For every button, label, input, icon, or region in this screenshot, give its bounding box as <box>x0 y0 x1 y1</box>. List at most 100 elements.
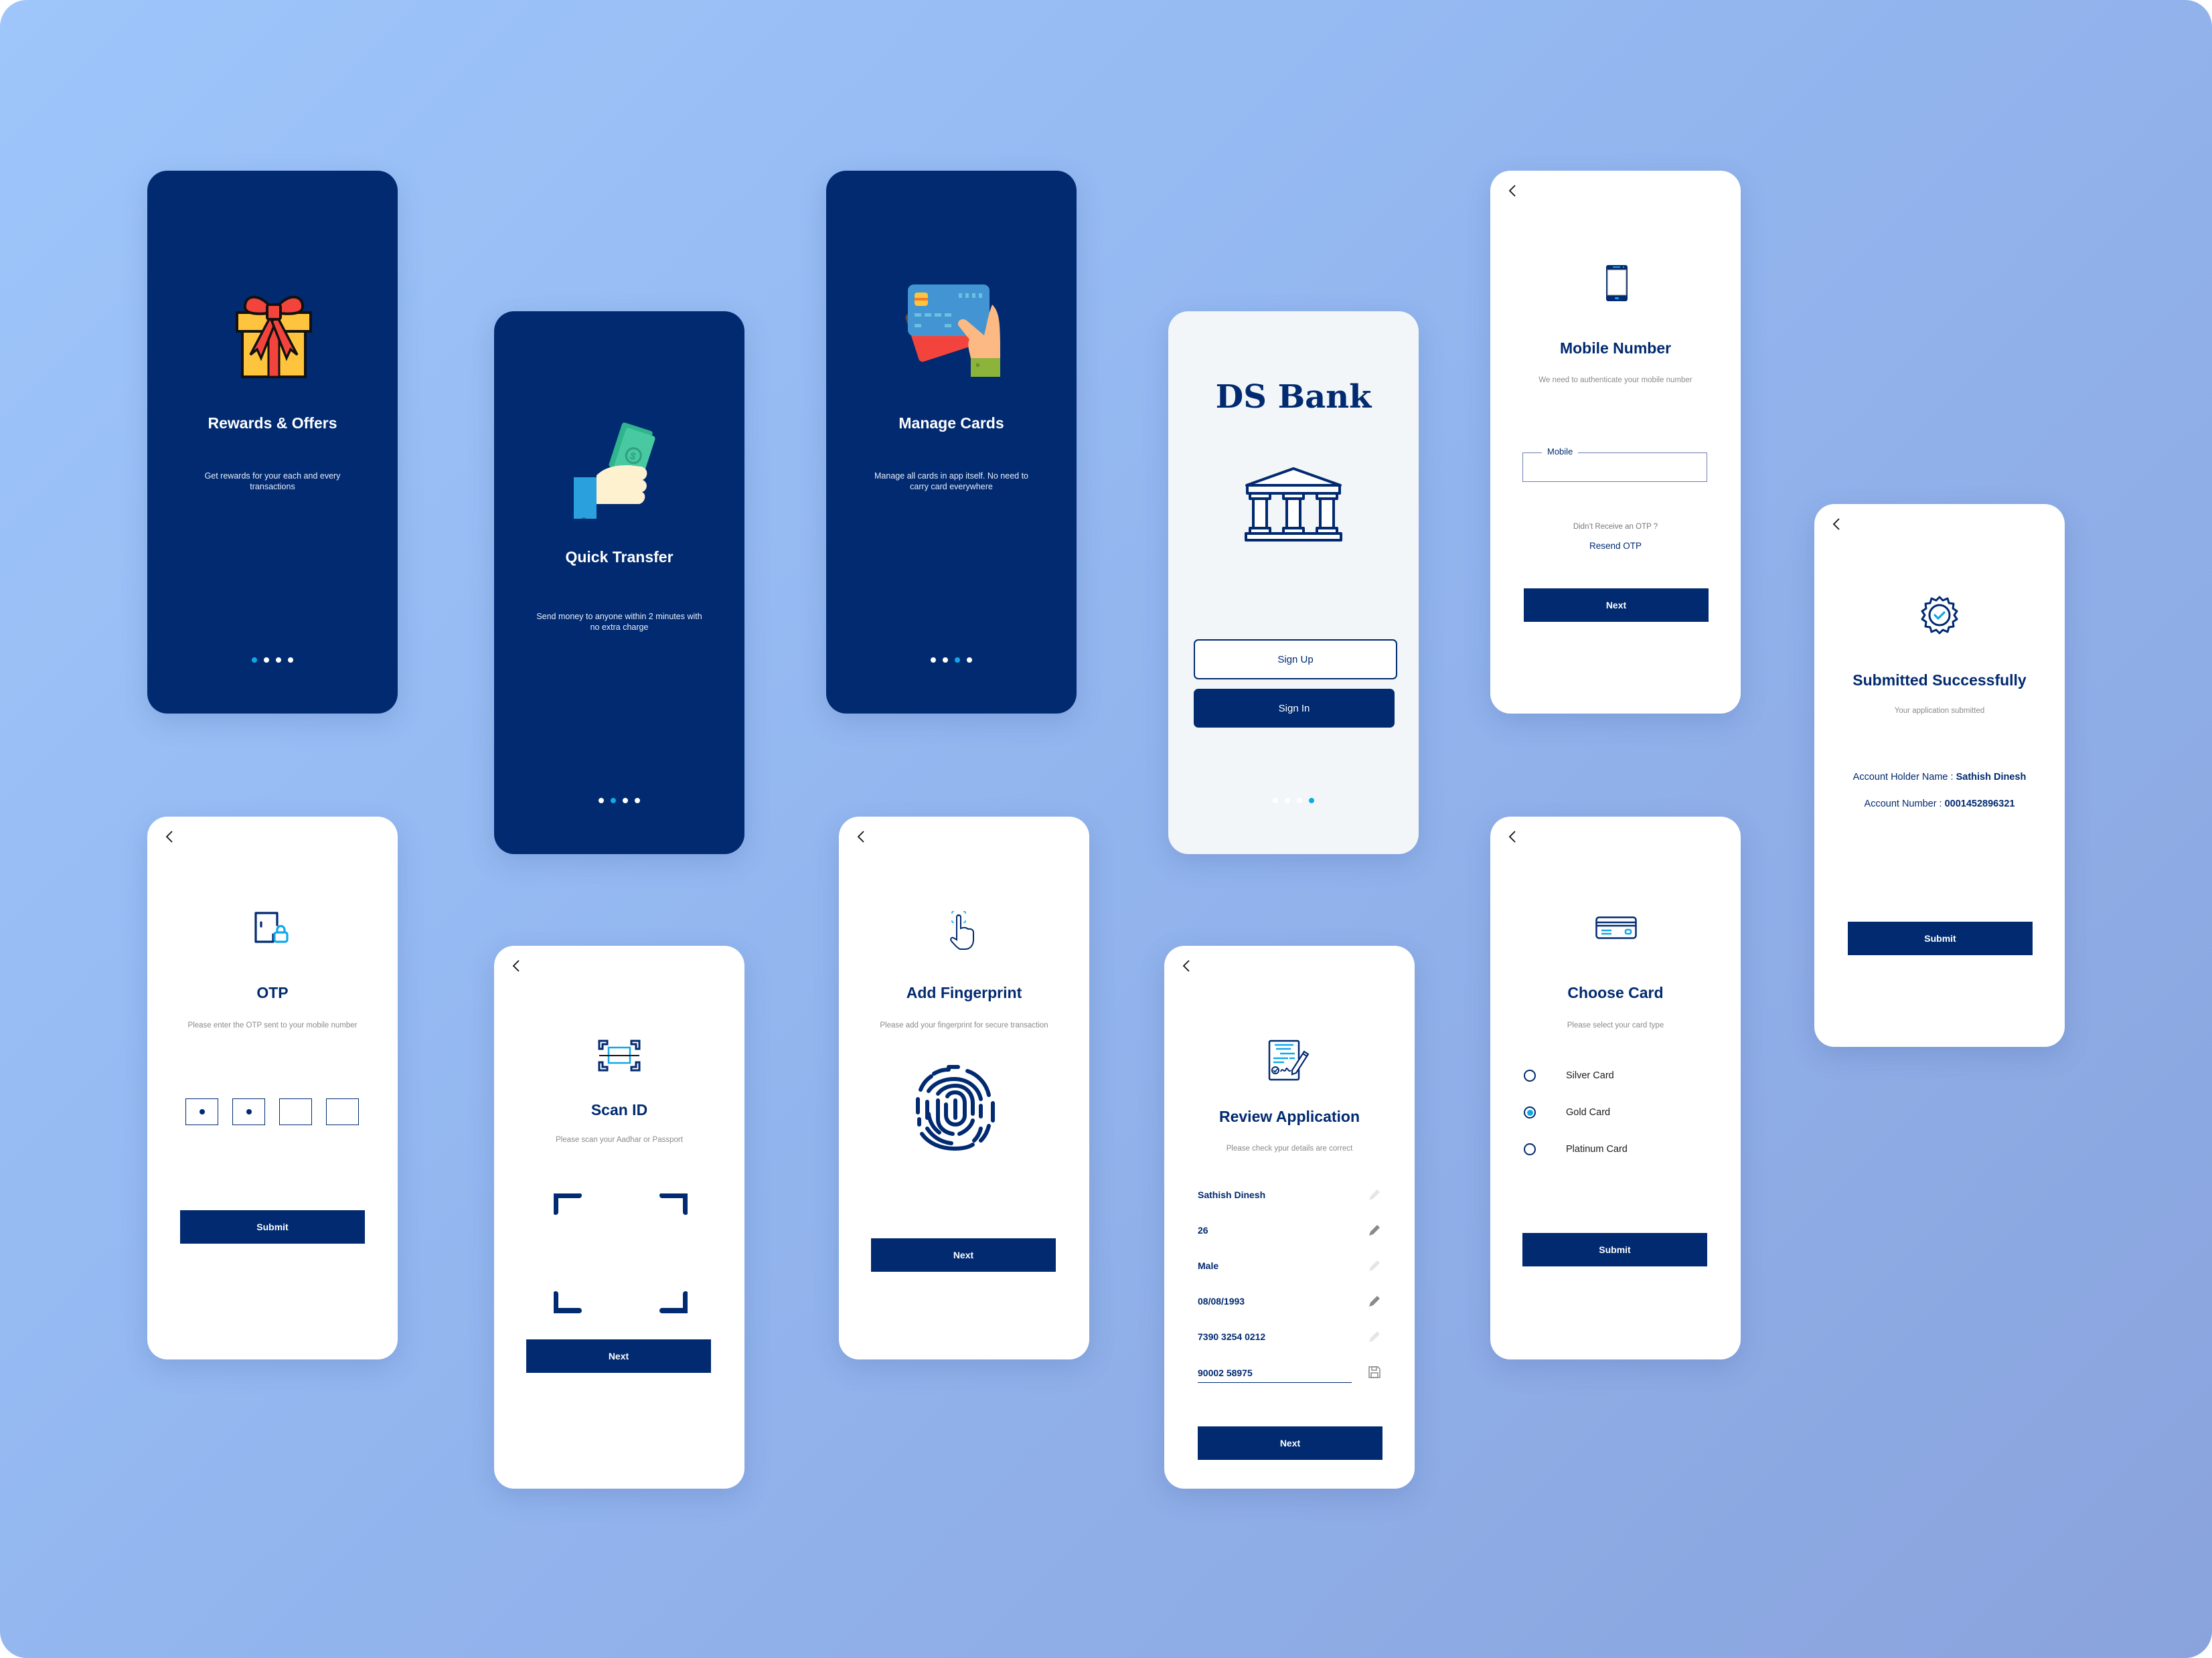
page-dot[interactable] <box>955 657 960 663</box>
back-arrow-icon[interactable] <box>1179 958 1195 974</box>
otp-digit-input[interactable] <box>279 1098 312 1125</box>
review-row: 7390 3254 0212 <box>1198 1327 1381 1347</box>
account-number-value: 0001452896321 <box>1944 799 2015 809</box>
page-dot[interactable] <box>1285 798 1290 803</box>
radio-button[interactable] <box>1524 1143 1536 1155</box>
save-icon[interactable] <box>1368 1365 1381 1379</box>
otp-digit-input[interactable] <box>326 1098 359 1125</box>
card-option[interactable]: Gold Card <box>1524 1106 1610 1118</box>
page-title: Scan ID <box>590 1101 648 1118</box>
card-option[interactable]: Silver Card <box>1524 1070 1614 1082</box>
review-value: 08/08/1993 <box>1198 1296 1245 1307</box>
page-dot[interactable] <box>264 657 269 663</box>
page-indicator <box>494 798 744 803</box>
review-edit-input[interactable]: 90002 58975 <box>1198 1367 1352 1383</box>
otp-digit-input[interactable] <box>232 1098 265 1125</box>
back-arrow-icon[interactable] <box>509 958 525 974</box>
page-dot[interactable] <box>599 798 604 803</box>
radio-button[interactable] <box>1524 1070 1536 1082</box>
back-arrow-icon[interactable] <box>1829 516 1845 532</box>
page-title: Review Application <box>1218 1108 1360 1125</box>
next-button[interactable]: Next <box>1524 588 1709 622</box>
radio-button-selected[interactable] <box>1524 1106 1536 1118</box>
page-dot[interactable] <box>288 657 293 663</box>
page-title: Add Fingerprint <box>906 984 1022 1001</box>
onboarding-description: Send money to anyone within 2 minutes wi… <box>536 612 702 632</box>
review-value: Sathish Dinesh <box>1198 1189 1266 1200</box>
account-holder-label: Account Holder Name : <box>1852 772 1956 782</box>
back-arrow-icon[interactable] <box>162 829 178 845</box>
page-subtitle: Please check ypur details are correct <box>1226 1145 1353 1153</box>
page-dot[interactable] <box>967 657 972 663</box>
otp-prompt: Didn’t Receive an OTP ? <box>1573 523 1658 531</box>
page-dot[interactable] <box>276 657 281 663</box>
screen-mobile-number: Mobile Number We need to authenticate yo… <box>1490 171 1741 714</box>
page-title: Choose Card <box>1567 984 1664 1001</box>
pencil-icon[interactable] <box>1368 1330 1381 1343</box>
verified-badge-icon <box>1921 596 1958 635</box>
review-row: Male <box>1198 1256 1381 1276</box>
scan-frame <box>554 1193 688 1313</box>
finger-touch-icon <box>950 911 974 950</box>
review-value: Male <box>1198 1260 1219 1271</box>
screen-quick-transfer: $ Quick Transfer Send money to anyone wi… <box>494 311 744 854</box>
page-dot[interactable] <box>611 798 616 803</box>
mobile-phone-icon <box>1606 265 1628 301</box>
page-dot[interactable] <box>943 657 948 663</box>
phone-lock-icon <box>254 912 289 943</box>
gift-box-illustration <box>236 295 312 378</box>
review-row-editing: 90002 58975 <box>1198 1362 1381 1383</box>
page-subtitle: Please select your card type <box>1567 1021 1664 1029</box>
otp-filled-dot <box>246 1109 252 1114</box>
onboarding-title: Quick Transfer <box>565 548 674 566</box>
screen-choose-card: Choose Card Please select your card type… <box>1490 817 1741 1359</box>
page-dot[interactable] <box>1309 798 1314 803</box>
fingerprint-icon[interactable] <box>914 1064 997 1151</box>
otp-digit-input[interactable] <box>185 1098 218 1125</box>
page-dot[interactable] <box>1273 798 1278 803</box>
next-button[interactable]: Next <box>526 1339 711 1373</box>
screen-submitted: Submitted Successfully Your application … <box>1814 504 2065 1047</box>
submit-button[interactable]: Submit <box>1848 922 2033 955</box>
pencil-icon[interactable] <box>1368 1259 1381 1272</box>
page-dot[interactable] <box>623 798 628 803</box>
submit-button[interactable]: Submit <box>180 1210 365 1244</box>
page-subtitle: We need to authenticate your mobile numb… <box>1538 376 1692 384</box>
pencil-icon[interactable] <box>1368 1295 1381 1308</box>
back-arrow-icon[interactable] <box>1505 829 1521 845</box>
credit-card-icon <box>1595 916 1637 939</box>
page-title: OTP <box>256 984 289 1001</box>
resend-otp-link[interactable]: Resend OTP <box>1490 541 1741 551</box>
pencil-icon[interactable] <box>1368 1188 1381 1201</box>
page-dot[interactable] <box>931 657 936 663</box>
next-button[interactable]: Next <box>1198 1426 1382 1460</box>
scan-document-icon <box>598 1040 641 1072</box>
review-value: 7390 3254 0212 <box>1198 1331 1266 1342</box>
sign-up-button[interactable]: Sign Up <box>1194 639 1397 679</box>
account-holder-value: Sathish Dinesh <box>1956 772 2027 782</box>
account-holder-line: Account Holder Name : Sathish Dinesh <box>1814 772 2065 782</box>
page-dot[interactable] <box>1297 798 1302 803</box>
page-subtitle: Please scan your Aadhar or Passport <box>556 1136 683 1144</box>
page-dot[interactable] <box>635 798 640 803</box>
review-row: Sathish Dinesh <box>1198 1185 1381 1205</box>
page-dot[interactable] <box>252 657 257 663</box>
screen-otp: OTP Please enter the OTP sent to your mo… <box>147 817 398 1359</box>
back-arrow-icon[interactable] <box>1505 183 1521 199</box>
brand-logo: DS Bank <box>1215 378 1372 416</box>
back-arrow-icon[interactable] <box>854 829 870 845</box>
onboarding-description: Get rewards for your each and every tran… <box>204 471 341 491</box>
screen-review-application: Review Application Please check ypur det… <box>1164 946 1415 1489</box>
card-option[interactable]: Platinum Card <box>1524 1143 1628 1155</box>
next-button[interactable]: Next <box>871 1238 1056 1272</box>
card-option-label: Gold Card <box>1566 1107 1611 1118</box>
mobile-input[interactable]: Mobile <box>1522 446 1707 482</box>
submit-button[interactable]: Submit <box>1522 1233 1707 1266</box>
page-indicator <box>826 657 1077 663</box>
page-subtitle: Your application submitted <box>1894 707 1985 715</box>
sign-in-button[interactable]: Sign In <box>1194 689 1395 728</box>
review-row: 26 <box>1198 1220 1381 1240</box>
account-number-label: Account Number : <box>1864 799 1945 809</box>
pencil-icon[interactable] <box>1368 1224 1381 1237</box>
otp-filled-dot <box>199 1109 205 1114</box>
